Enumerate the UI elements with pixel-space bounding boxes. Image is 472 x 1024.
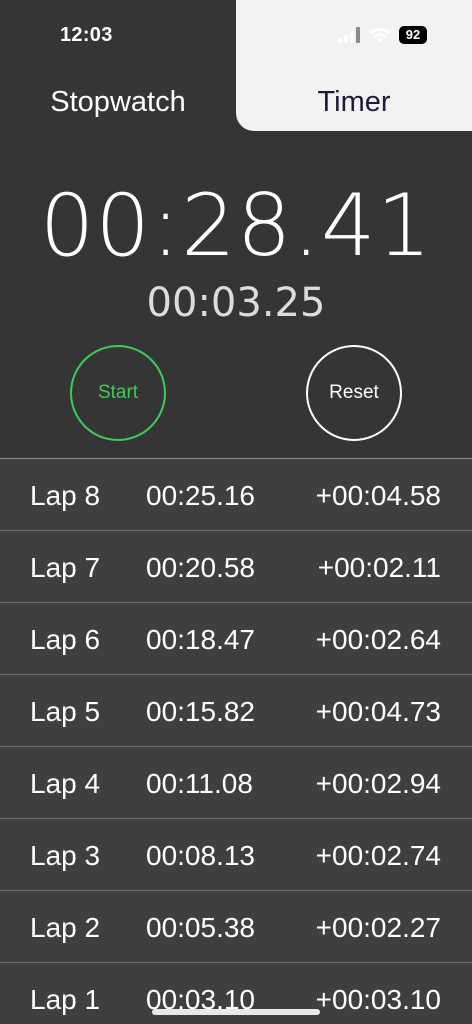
lap-row: Lap 3 00:08.13 +00:02.74 (0, 819, 472, 891)
lap-total-time: 00:18.47 (146, 624, 255, 655)
current-lap-time: 00:03.25 (146, 280, 326, 326)
lap-row: Lap 6 00:18.47 +00:02.64 (0, 603, 472, 675)
lap-total-time: 00:15.82 (146, 696, 255, 727)
lap-total-time: 00:08.13 (146, 840, 255, 871)
lap-total-time: 00:11.08 (146, 768, 253, 799)
lap-row: Lap 4 00:11.08 +00:02.94 (0, 747, 472, 819)
lap-name: Lap 4 (30, 768, 101, 799)
signal-icon (338, 27, 360, 43)
lap-split-time: +00:02.64 (315, 624, 441, 655)
lap-row: Lap 7 00:20.58 +00:02.11 (0, 531, 472, 603)
lap-split-time: +00:04.58 (315, 480, 441, 511)
lap-name: Lap 1 (30, 984, 101, 1015)
tab-stopwatch[interactable]: Stopwatch (0, 84, 236, 120)
lap-name: Lap 2 (30, 912, 101, 943)
lap-total-time: 00:25.16 (146, 480, 255, 511)
lap-name: Lap 3 (30, 840, 101, 871)
lap-total-time: 00:20.58 (146, 552, 255, 583)
start-button[interactable]: Start (70, 345, 166, 441)
lap-split-time: +00:02.94 (315, 768, 441, 799)
lap-name: Lap 6 (30, 624, 101, 655)
status-time: 12:03 (60, 24, 113, 46)
lap-total-time: 00:05.38 (146, 912, 255, 943)
lap-split-time: +00:04.73 (315, 696, 441, 727)
wifi-icon (369, 28, 391, 43)
lap-row: Lap 2 00:05.38 +00:02.27 (0, 891, 472, 963)
lap-name: Lap 5 (30, 696, 101, 727)
lap-split-time: +00:02.27 (315, 912, 441, 943)
lap-row: Lap 8 00:25.16 +00:04.58 (0, 459, 472, 531)
home-indicator[interactable] (152, 1009, 320, 1015)
lap-row: Lap 5 00:15.82 +00:04.73 (0, 675, 472, 747)
main-time-display: 00:28.41 (39, 176, 433, 276)
battery-icon: 92 (399, 26, 427, 44)
lap-name: Lap 8 (30, 480, 101, 511)
lap-list: Lap 8 00:25.16 +00:04.58 Lap 7 00:20.58 … (0, 458, 472, 1024)
lap-name: Lap 7 (30, 552, 101, 583)
lap-split-time: +00:02.11 (317, 552, 441, 583)
lap-split-time: +00:02.74 (315, 840, 441, 871)
tab-timer[interactable]: Timer (236, 84, 472, 120)
reset-button[interactable]: Reset (306, 345, 402, 441)
lap-split-time: +00:03.10 (315, 984, 441, 1015)
